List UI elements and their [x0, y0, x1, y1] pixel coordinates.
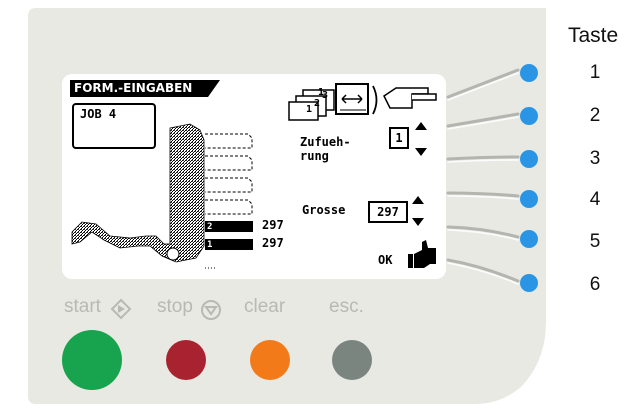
page-digit-3-label: 3	[322, 90, 329, 101]
stop-triangle-icon	[201, 300, 221, 320]
softkey-1[interactable]	[520, 64, 538, 82]
stack-1-num: 1	[207, 240, 213, 250]
start-label: start	[64, 296, 101, 317]
esc-button[interactable]	[332, 340, 372, 380]
job-box: JOB 4	[72, 103, 156, 149]
zufuehrung-value: 1	[389, 127, 409, 149]
softkey-2[interactable]	[520, 107, 538, 125]
taste-number-5: 5	[589, 231, 601, 252]
taste-number-2: 2	[589, 105, 601, 126]
clear-label: clear	[244, 296, 286, 317]
zufuehrung-arrows	[415, 122, 427, 156]
taste-number-3: 3	[589, 148, 601, 169]
taste-number-6: 6	[589, 274, 601, 295]
esc-label: esc.	[329, 296, 364, 317]
stop-label: stop	[157, 296, 193, 317]
stack-1-value: 297	[262, 236, 284, 250]
softkey-6[interactable]	[520, 274, 538, 292]
clear-button[interactable]	[250, 340, 290, 380]
hand-pointing-icon	[383, 87, 437, 109]
softkey-5[interactable]	[520, 230, 538, 248]
page-digit-2-label: 2	[314, 98, 321, 109]
stack-2-value: 297	[262, 218, 284, 232]
start-diamond-icon	[110, 298, 132, 320]
lcd-title: FORM.-EINGABEN	[70, 80, 220, 97]
zufuehrung-label-line1: Zufueh-	[300, 135, 351, 149]
taste-header: Taste	[568, 24, 619, 47]
thumbs-up-icon	[408, 240, 436, 268]
stack-2-num: 2	[207, 222, 213, 232]
job-label: JOB 4	[80, 107, 117, 121]
zufuehrung-label-line2: rung	[300, 149, 329, 163]
grosse-arrows	[412, 196, 424, 226]
taste-number-1: 1	[589, 62, 601, 83]
ok-label: OK	[378, 253, 393, 267]
softkey-3[interactable]	[520, 150, 538, 168]
taste-number-4: 4	[589, 189, 601, 210]
page-order-icon	[288, 83, 369, 121]
start-button[interactable]	[62, 330, 122, 390]
stop-button[interactable]	[166, 340, 206, 380]
grosse-label: Grosse	[302, 203, 346, 217]
grosse-value: 297	[368, 201, 408, 223]
softkey-4[interactable]	[520, 190, 538, 208]
page-digit-1-label: 1	[306, 104, 313, 115]
